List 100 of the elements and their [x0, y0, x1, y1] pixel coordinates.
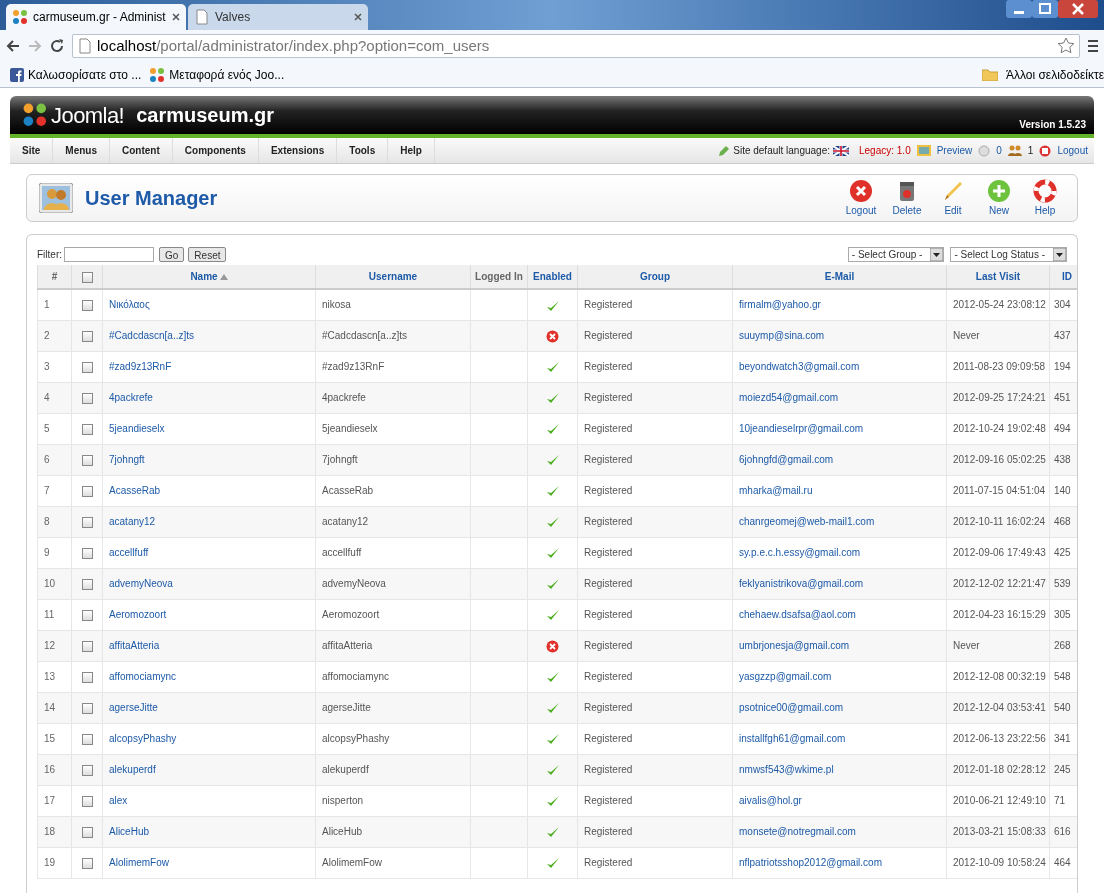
user-name-link[interactable]: Νικόλαος	[102, 289, 316, 320]
checkmark-icon[interactable]	[545, 423, 560, 436]
user-name-link[interactable]: #Cadcdascn[a..z]ts	[102, 320, 316, 351]
row-checkbox[interactable]	[81, 702, 93, 714]
messages-count[interactable]: 0	[996, 143, 1002, 158]
row-checkbox[interactable]	[81, 454, 93, 466]
email-link[interactable]: 10jeandieselrpr@gmail.com	[732, 413, 947, 444]
toolbar-button[interactable]: Help	[1025, 178, 1065, 218]
row-checkbox[interactable]	[81, 516, 93, 528]
email-link[interactable]: 6johngfd@gmail.com	[732, 444, 947, 475]
menu-item[interactable]: Content	[110, 138, 173, 163]
user-name-link[interactable]: accellfuff	[102, 537, 316, 568]
checkmark-icon[interactable]	[545, 361, 560, 374]
menu-item[interactable]: Site	[10, 138, 54, 163]
preview-link[interactable]: Preview	[936, 143, 973, 158]
row-checkbox[interactable]	[81, 578, 93, 590]
user-name-link[interactable]: alekuperdf	[102, 754, 316, 785]
browser-tab[interactable]: Valves	[188, 4, 368, 30]
row-checkbox[interactable]	[81, 330, 93, 342]
row-checkbox[interactable]	[81, 826, 93, 838]
column-header[interactable]: E-Mail	[732, 265, 947, 289]
column-header[interactable]: Name	[190, 269, 228, 284]
email-link[interactable]: nflpatriotsshop2012@gmail.com	[732, 847, 947, 878]
toolbar-button[interactable]: Delete	[887, 178, 927, 218]
toolbar-button[interactable]: New	[979, 178, 1019, 218]
email-link[interactable]: firmalm@yahoo.gr	[732, 289, 947, 320]
column-header[interactable]: Username	[315, 265, 471, 289]
user-name-link[interactable]: AliceHub	[102, 816, 316, 847]
user-name-link[interactable]: agerseJitte	[102, 692, 316, 723]
checkmark-icon[interactable]	[545, 392, 560, 405]
checkmark-icon[interactable]	[545, 733, 560, 746]
go-button[interactable]: Go	[159, 246, 185, 262]
checkmark-icon[interactable]	[545, 516, 560, 529]
checkmark-icon[interactable]	[545, 299, 560, 312]
menu-item[interactable]: Tools	[337, 138, 389, 163]
email-link[interactable]: installfgh61@gmail.com	[732, 723, 947, 754]
user-name-link[interactable]: 4packrefe	[102, 382, 316, 413]
user-name-link[interactable]: 7johngft	[102, 444, 316, 475]
reset-button[interactable]: Reset	[188, 246, 227, 262]
email-link[interactable]: chehaew.dsafsa@aol.com	[732, 599, 947, 630]
email-link[interactable]: umbrjonesja@gmail.com	[732, 630, 947, 661]
user-name-link[interactable]: affitaAtteria	[102, 630, 316, 661]
filter-field[interactable]	[64, 246, 154, 262]
email-link[interactable]: mharka@mail.ru	[732, 475, 947, 506]
toolbar-button[interactable]: Logout	[841, 178, 881, 218]
checkmark-icon[interactable]	[545, 702, 560, 715]
row-checkbox[interactable]	[81, 361, 93, 373]
row-checkbox[interactable]	[81, 671, 93, 683]
email-link[interactable]: beyondwatch3@gmail.com	[732, 351, 947, 382]
dropdown[interactable]: - Select Log Status -	[950, 246, 1067, 262]
email-link[interactable]: suuymp@sina.com	[732, 320, 947, 351]
user-name-link[interactable]: advemyNeova	[102, 568, 316, 599]
row-checkbox[interactable]	[81, 485, 93, 497]
bookmark-link[interactable]: Μεταφορά ενός Joo...	[169, 65, 285, 84]
menu-item[interactable]: Components	[172, 138, 259, 163]
user-name-link[interactable]: acatany12	[102, 506, 316, 537]
menu-item[interactable]: Menus	[53, 138, 110, 163]
row-checkbox[interactable]	[81, 609, 93, 621]
row-checkbox[interactable]	[81, 300, 93, 312]
menu-item[interactable]: Help	[388, 138, 435, 163]
logout-link[interactable]: Logout	[1057, 143, 1088, 158]
row-checkbox[interactable]	[81, 795, 93, 807]
email-link[interactable]: nmwsf543@wkime.pl	[732, 754, 947, 785]
column-header[interactable]: Last Visit	[946, 265, 1050, 289]
user-name-link[interactable]: alcopsyPhashy	[102, 723, 316, 754]
checkmark-icon[interactable]	[545, 764, 560, 777]
checkmark-icon[interactable]	[545, 609, 560, 622]
toolbar-button[interactable]: Edit	[933, 178, 973, 218]
dropdown[interactable]: - Select Group -	[847, 246, 945, 262]
menu-item[interactable]: Extensions	[258, 138, 338, 163]
user-name-link[interactable]: 5jeandieselx	[102, 413, 316, 444]
column-header[interactable]: ID	[1049, 265, 1077, 289]
row-checkbox[interactable]	[81, 547, 93, 559]
email-link[interactable]: chanrgeomej@web-mail1.com	[732, 506, 947, 537]
user-name-link[interactable]: AcasseRab	[102, 475, 316, 506]
checkmark-icon[interactable]	[545, 826, 560, 839]
email-link[interactable]: feklyanistrikova@gmail.com	[732, 568, 947, 599]
row-checkbox[interactable]	[81, 392, 93, 404]
email-link[interactable]: moiezd54@gmail.com	[732, 382, 947, 413]
checkmark-icon[interactable]	[545, 454, 560, 467]
user-name-link[interactable]: #zad9z13RnF	[102, 351, 316, 382]
column-header[interactable]: Group	[577, 265, 733, 289]
user-name-link[interactable]: affomociamync	[102, 661, 316, 692]
checkmark-icon[interactable]	[545, 795, 560, 808]
select-all-checkbox[interactable]	[81, 271, 93, 283]
row-checkbox[interactable]	[81, 640, 93, 652]
row-checkbox[interactable]	[81, 857, 93, 869]
email-link[interactable]: yasgzzp@gmail.com	[732, 661, 947, 692]
checkmark-icon[interactable]	[545, 547, 560, 560]
user-name-link[interactable]: alex	[102, 785, 316, 816]
bookmark-link[interactable]: Καλωσορίσατε στο ...	[28, 65, 142, 84]
row-checkbox[interactable]	[81, 423, 93, 435]
email-link[interactable]: aivalis@hol.gr	[732, 785, 947, 816]
checkmark-icon[interactable]	[545, 578, 560, 591]
email-link[interactable]: psotnice00@gmail.com	[732, 692, 947, 723]
column-header[interactable]: Enabled	[527, 265, 578, 289]
row-checkbox[interactable]	[81, 733, 93, 745]
email-link[interactable]: monsete@notregmail.com	[732, 816, 947, 847]
bookmark-folder[interactable]: Άλλοι σελιδοδείκτε	[1005, 65, 1104, 84]
user-name-link[interactable]: AlolimemFow	[102, 847, 316, 878]
